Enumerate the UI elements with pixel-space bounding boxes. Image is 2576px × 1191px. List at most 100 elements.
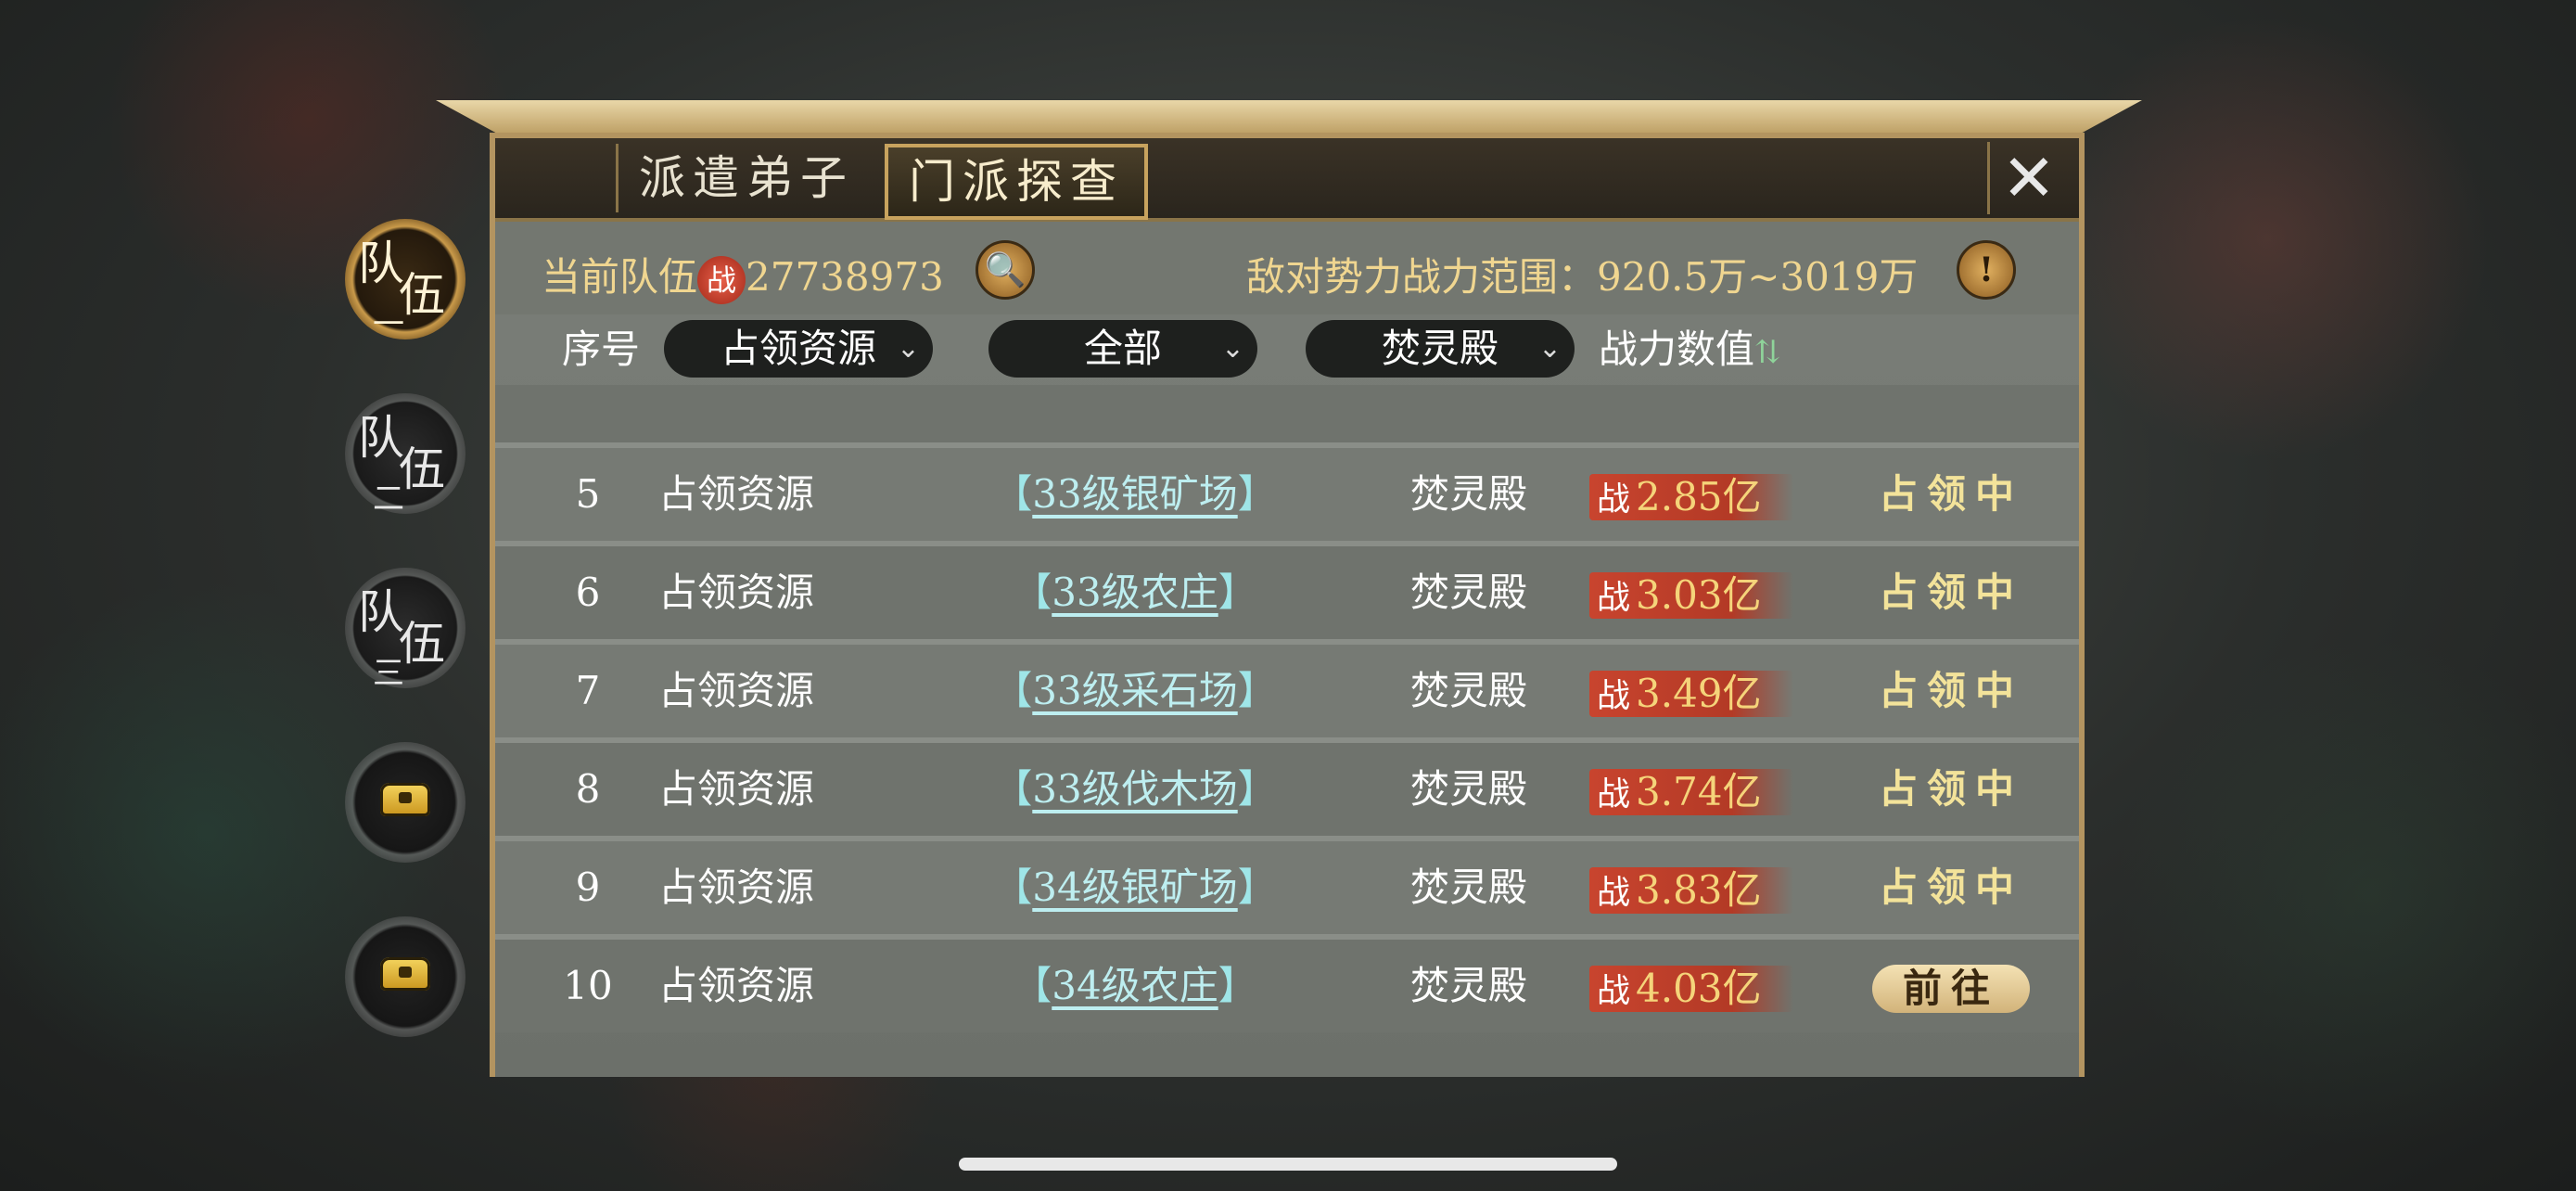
row-sect: 焚灵殿 xyxy=(1409,963,1527,1008)
close-icon[interactable]: ✕ xyxy=(1987,142,2068,214)
team-one-char3: 一 xyxy=(373,306,404,343)
target-filter-label: 全部 xyxy=(1083,326,1162,371)
row-status: 占领中 xyxy=(1878,471,2023,517)
row-action-type: 占领资源 xyxy=(657,864,814,910)
tab-dispatch[interactable]: 派遣弟子 xyxy=(616,144,874,212)
chevron-down-icon: ⌄ xyxy=(896,332,920,365)
tab-sect-scout[interactable]: 门派探查 xyxy=(885,144,1148,220)
locked-team-slot-2[interactable] xyxy=(345,916,465,1037)
team-three-tab[interactable]: 队 伍 三 xyxy=(345,568,465,692)
power-value: 2.85亿 xyxy=(1636,474,1762,519)
panel-roof-ornament xyxy=(436,100,2142,137)
row-action: 前往 xyxy=(1858,940,2044,1032)
sort-icon: ⇅ xyxy=(1754,334,1781,371)
scout-panel: 派遣弟子 门派探查 ✕ 当前队伍战 27738973 🔍 敌对势力战力范围：920… xyxy=(490,133,2085,1077)
power-value: 3.74亿 xyxy=(1636,769,1762,814)
row-target[interactable]: 【33级农庄】 xyxy=(959,546,1311,639)
row-status: 占领中 xyxy=(1878,766,2023,812)
row-status: 占领中 xyxy=(1878,570,2023,615)
row-index: 5 xyxy=(575,471,601,517)
search-icon[interactable]: 🔍 xyxy=(976,240,1035,300)
row-index: 7 xyxy=(575,668,601,713)
table-row[interactable]: 8 占领资源 【33级伐木场】 焚灵殿 战 3.74亿 占领中 xyxy=(495,737,2079,836)
home-indicator[interactable] xyxy=(959,1158,1617,1171)
bracket-close: 】 xyxy=(1237,864,1277,910)
current-team-info: 当前队伍战 27738973 xyxy=(542,246,944,304)
row-index: 8 xyxy=(575,766,601,812)
bracket-close: 】 xyxy=(1237,766,1277,812)
target-filter-dropdown[interactable]: 全部 ⌄ xyxy=(988,320,1257,378)
bracket-close: 】 xyxy=(1237,668,1277,713)
lock-icon xyxy=(380,783,430,816)
row-target[interactable]: 【33级银矿场】 xyxy=(959,448,1311,541)
row-action-type: 占领资源 xyxy=(657,570,814,615)
bracket-open: 【 xyxy=(993,766,1033,812)
team-three-char3: 三 xyxy=(373,655,404,692)
sect-filter-label: 焚灵殿 xyxy=(1381,326,1498,371)
col-index-header: 序号 xyxy=(562,327,641,372)
enemy-power-range: 敌对势力战力范围：920.5万~3019万 xyxy=(1246,254,1919,300)
row-power: 战 3.03亿 xyxy=(1589,546,1830,639)
row-power: 战 3.49亿 xyxy=(1589,645,1830,737)
row-target[interactable]: 【33级采石场】 xyxy=(959,645,1311,737)
go-button[interactable]: 前往 xyxy=(1872,965,2030,1013)
action-filter-dropdown[interactable]: 占领资源 ⌄ xyxy=(664,320,933,378)
target-link[interactable]: 33级伐木场 xyxy=(1032,766,1237,812)
bracket-close: 】 xyxy=(1218,963,1257,1008)
bracket-close: 】 xyxy=(1237,471,1277,517)
row-target[interactable]: 【34级农庄】 xyxy=(959,940,1311,1032)
target-link[interactable]: 34级银矿场 xyxy=(1032,864,1237,910)
table-row[interactable]: 9 占领资源 【34级银矿场】 焚灵殿 战 3.83亿 占领中 xyxy=(495,836,2079,934)
row-power: 战 3.74亿 xyxy=(1589,743,1830,836)
filter-row: 序号 占领资源 ⌄ 全部 ⌄ 焚灵殿 ⌄ 战力数值⇅ xyxy=(495,314,2079,385)
row-target[interactable]: 【33级伐木场】 xyxy=(959,743,1311,836)
team-three-char2: 伍 xyxy=(399,617,445,671)
row-sect: 焚灵殿 xyxy=(1409,570,1527,615)
row-action-type: 占领资源 xyxy=(657,766,814,812)
power-value: 3.83亿 xyxy=(1636,867,1762,913)
enemy-table: 5 占领资源 【33级银矿场】 焚灵殿 战 2.85亿 占领中 6 占领资源 【3… xyxy=(495,385,2079,1077)
action-filter-label: 占领资源 xyxy=(720,326,876,371)
team-three-char1: 队 xyxy=(358,585,404,639)
target-link[interactable]: 33级农庄 xyxy=(1052,570,1218,615)
current-team-label: 当前队伍 xyxy=(542,254,698,300)
team-two-tab[interactable]: 队 伍 二 xyxy=(345,393,465,518)
target-link[interactable]: 34级农庄 xyxy=(1052,963,1218,1008)
row-target[interactable]: 【34级银矿场】 xyxy=(959,841,1311,934)
row-power: 战 2.85亿 xyxy=(1589,448,1830,541)
target-link[interactable]: 33级银矿场 xyxy=(1032,471,1237,517)
team-two-char1: 队 xyxy=(358,411,404,465)
table-row[interactable]: 10 占领资源 【34级农庄】 焚灵殿 战 4.03亿 前往 xyxy=(495,934,2079,1032)
col-power-header[interactable]: 战力数值⇅ xyxy=(1599,320,1781,382)
target-link[interactable]: 33级采石场 xyxy=(1032,668,1237,713)
tab-bar: 派遣弟子 门派探查 ✕ xyxy=(495,138,2079,222)
power-icon: 战 xyxy=(1597,677,1631,715)
row-index: 10 xyxy=(563,963,613,1008)
power-value: 4.03亿 xyxy=(1636,966,1762,1011)
team-one-char2: 伍 xyxy=(399,268,445,322)
info-icon[interactable]: ! xyxy=(1957,240,2016,300)
table-row[interactable]: 6 占领资源 【33级农庄】 焚灵殿 战 3.03亿 占领中 xyxy=(495,541,2079,639)
team-power-value: 27738973 xyxy=(746,254,944,300)
row-sect: 焚灵殿 xyxy=(1409,668,1527,713)
power-icon: 战 xyxy=(1597,775,1631,813)
table-row[interactable]: 5 占领资源 【33级银矿场】 焚灵殿 战 2.85亿 占领中 xyxy=(495,442,2079,541)
sect-filter-dropdown[interactable]: 焚灵殿 ⌄ xyxy=(1306,320,1575,378)
bracket-open: 【 xyxy=(993,864,1033,910)
team-two-char2: 伍 xyxy=(399,442,445,496)
team-one-char1: 队 xyxy=(358,237,404,290)
row-action-type: 占领资源 xyxy=(657,471,814,517)
table-row[interactable]: 7 占领资源 【33级采石场】 焚灵殿 战 3.49亿 占领中 xyxy=(495,639,2079,737)
table-row-partial xyxy=(495,385,2079,442)
row-sect: 焚灵殿 xyxy=(1409,864,1527,910)
locked-team-slot-1[interactable] xyxy=(345,742,465,863)
row-sect: 焚灵殿 xyxy=(1409,471,1527,517)
row-sect: 焚灵殿 xyxy=(1409,766,1527,812)
bracket-close: 】 xyxy=(1218,570,1257,615)
bracket-open: 【 xyxy=(993,668,1033,713)
team-one-tab[interactable]: 队 伍 一 xyxy=(345,219,465,343)
row-action-type: 占领资源 xyxy=(657,668,814,713)
bracket-open: 【 xyxy=(1013,963,1052,1008)
power-icon: 战 xyxy=(697,256,746,304)
team-two-char3: 二 xyxy=(373,480,404,518)
